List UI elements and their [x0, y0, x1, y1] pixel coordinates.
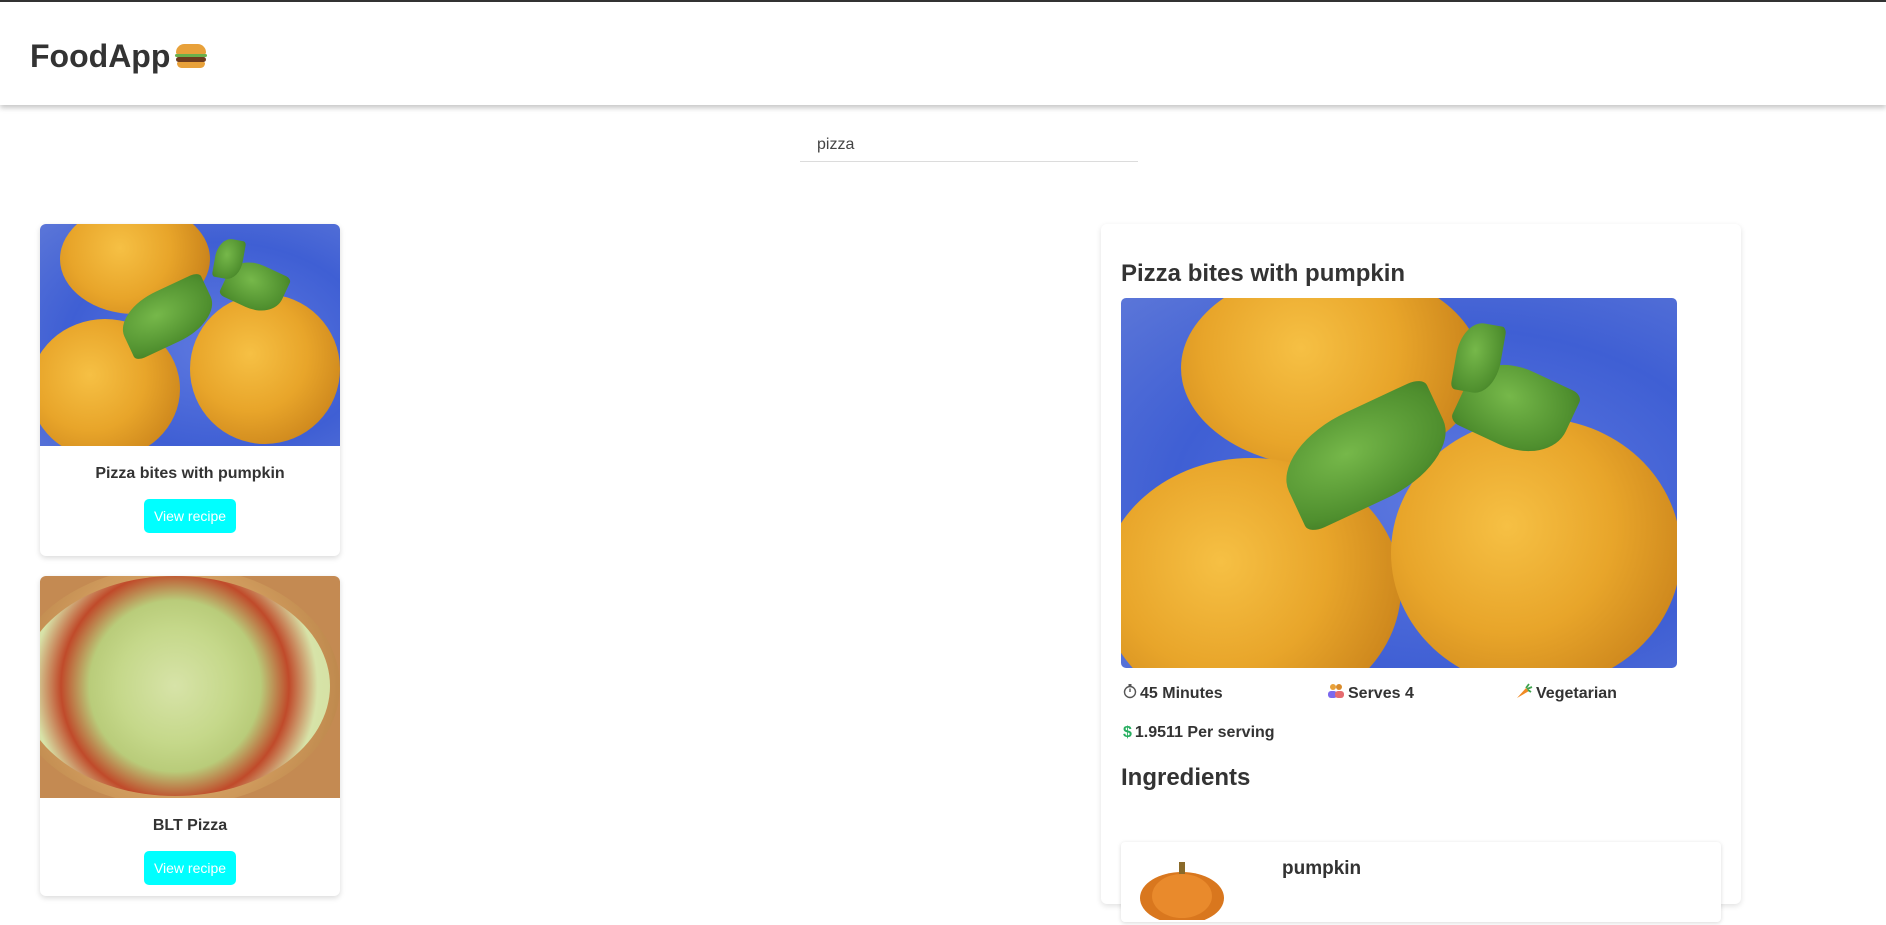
view-recipe-button[interactable]: View recipe [144, 499, 236, 533]
brand-logo[interactable]: FoodApp [30, 38, 208, 74]
ingredient-image [1137, 850, 1227, 924]
price-per-serving: $ 1.9511 Per serving [1123, 724, 1275, 741]
search-input[interactable] [800, 128, 1138, 162]
recipe-detail-image [1121, 298, 1677, 668]
recipe-title: Pizza bites with pumpkin [95, 465, 285, 482]
recipe-card: BLT Pizza View recipe [40, 576, 340, 896]
stopwatch-icon [1123, 683, 1137, 704]
recipe-card: Pizza bites with pumpkin View recipe [40, 224, 340, 556]
recipe-title: BLT Pizza [152, 817, 228, 834]
ingredient-item: pumpkin [1121, 842, 1721, 924]
diet-type: Vegetarian [1515, 683, 1617, 704]
ingredient-name: pumpkin [1282, 858, 1362, 879]
view-recipe-button[interactable]: View recipe [144, 851, 236, 885]
top-navbar: FoodApp [0, 2, 1886, 105]
servings: Serves 4 [1327, 683, 1414, 704]
brand-name: FoodApp [30, 38, 171, 74]
cook-time: 45 Minutes [1123, 683, 1223, 704]
burger-icon [175, 42, 208, 70]
people-icon [1327, 683, 1345, 704]
recipe-image [40, 224, 340, 446]
recipe-detail-panel: Pizza bites with pumpkin 45 Minutes Serv… [1101, 224, 1741, 924]
recipe-detail-title: Pizza bites with pumpkin [1121, 260, 1406, 287]
dollar-icon: $ [1123, 724, 1132, 741]
recipe-image [40, 576, 340, 798]
ingredients-heading: Ingredients [1121, 764, 1251, 791]
carrot-icon [1515, 683, 1533, 704]
